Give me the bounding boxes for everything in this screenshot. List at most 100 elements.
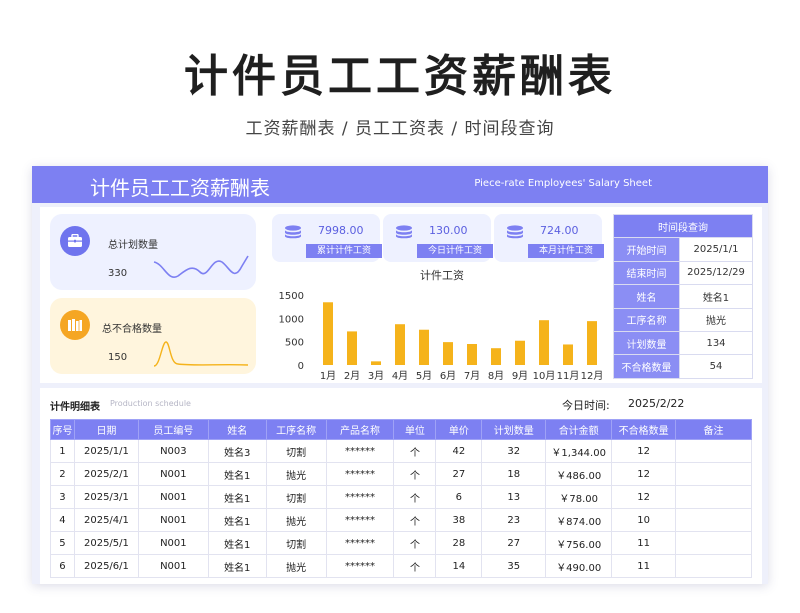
column-header[interactable]: 姓名 — [207, 419, 267, 440]
column-header[interactable]: 员工编号 — [137, 419, 209, 440]
table-cell[interactable]: 38 — [435, 508, 483, 532]
table-cell[interactable]: 个 — [393, 554, 437, 578]
table-cell[interactable]: 14 — [435, 554, 483, 578]
table-cell[interactable]: 切割 — [265, 485, 327, 509]
table-cell[interactable]: ****** — [325, 462, 395, 486]
table-row[interactable]: 1 2025/1/1 N003 姓名3 切割 ****** 个 42 32 ￥1,344.00 12 — [50, 439, 752, 463]
column-header[interactable]: 产品名称 — [325, 419, 395, 440]
chart-bar[interactable] — [419, 329, 429, 365]
column-header[interactable]: 日期 — [73, 419, 139, 440]
chart-bar[interactable] — [347, 331, 357, 365]
table-cell[interactable]: N001 — [137, 485, 209, 509]
chart-bar[interactable] — [539, 320, 549, 365]
table-cell[interactable]: 抛光 — [265, 508, 327, 532]
table-cell[interactable]: 2025/6/1 — [73, 554, 139, 578]
table-cell[interactable]: 2025/5/1 — [73, 531, 139, 555]
table-cell[interactable]: N003 — [137, 439, 209, 463]
table-row[interactable]: 5 2025/5/1 N001 姓名1 切割 ****** 个 28 27 ￥756.00 11 — [50, 531, 752, 555]
table-cell[interactable]: ****** — [325, 439, 395, 463]
table-cell[interactable]: N001 — [137, 508, 209, 532]
table-cell[interactable]: 18 — [481, 462, 547, 486]
table-cell[interactable]: 28 — [435, 531, 483, 555]
table-cell[interactable]: 6 — [50, 554, 75, 578]
table-cell[interactable]: 5 — [50, 531, 75, 555]
query-process[interactable]: 抛光 — [679, 307, 753, 332]
table-cell[interactable]: 2025/4/1 — [73, 508, 139, 532]
column-header[interactable]: 不合格数量 — [611, 419, 677, 440]
table-cell[interactable]: 23 — [481, 508, 547, 532]
table-cell[interactable]: 12 — [611, 485, 677, 509]
table-cell[interactable]: 6 — [435, 485, 483, 509]
table-cell[interactable]: 27 — [435, 462, 483, 486]
chart-bar[interactable] — [515, 340, 525, 365]
table-cell[interactable]: 2025/2/1 — [73, 462, 139, 486]
table-cell[interactable]: ****** — [325, 508, 395, 532]
query-name[interactable]: 姓名1 — [679, 284, 753, 309]
chart-bar[interactable] — [563, 344, 573, 365]
table-cell[interactable]: 1 — [50, 439, 75, 463]
column-header[interactable]: 合计金额 — [545, 419, 613, 440]
table-cell[interactable]: 42 — [435, 439, 483, 463]
table-cell[interactable]: N001 — [137, 554, 209, 578]
table-cell[interactable]: 个 — [393, 439, 437, 463]
table-cell[interactable]: ￥756.00 — [545, 531, 613, 555]
table-cell[interactable]: 姓名3 — [207, 439, 267, 463]
chart-bar[interactable] — [371, 361, 381, 365]
table-cell[interactable]: 个 — [393, 485, 437, 509]
table-cell[interactable] — [675, 554, 752, 578]
table-cell[interactable] — [675, 439, 752, 463]
table-row[interactable]: 4 2025/4/1 N001 姓名1 抛光 ****** 个 38 23 ￥874.00 10 — [50, 508, 752, 532]
table-cell[interactable] — [675, 485, 752, 509]
table-cell[interactable]: 2025/1/1 — [73, 439, 139, 463]
table-cell[interactable]: 32 — [481, 439, 547, 463]
table-cell[interactable]: 11 — [611, 554, 677, 578]
table-row[interactable]: 6 2025/6/1 N001 姓名1 抛光 ****** 个 14 35 ￥490.00 11 — [50, 554, 752, 578]
table-cell[interactable] — [675, 531, 752, 555]
chart-bar[interactable] — [395, 324, 405, 365]
table-cell[interactable]: 35 — [481, 554, 547, 578]
table-cell[interactable]: 姓名1 — [207, 508, 267, 532]
table-cell[interactable] — [675, 462, 752, 486]
table-cell[interactable]: 12 — [611, 462, 677, 486]
table-cell[interactable]: 10 — [611, 508, 677, 532]
table-cell[interactable]: ￥78.00 — [545, 485, 613, 509]
table-cell[interactable]: 2 — [50, 462, 75, 486]
table-cell[interactable] — [675, 508, 752, 532]
chart-bar[interactable] — [467, 344, 477, 365]
table-row[interactable]: 2 2025/2/1 N001 姓名1 抛光 ****** 个 27 18 ￥486.00 12 — [50, 462, 752, 486]
table-cell[interactable]: 切割 — [265, 439, 327, 463]
query-end-date[interactable]: 2025/12/29 — [679, 260, 753, 286]
table-cell[interactable]: 4 — [50, 508, 75, 532]
table-cell[interactable]: 12 — [611, 439, 677, 463]
table-cell[interactable]: ****** — [325, 485, 395, 509]
table-cell[interactable]: 抛光 — [265, 554, 327, 578]
table-cell[interactable]: 27 — [481, 531, 547, 555]
table-cell[interactable]: 13 — [481, 485, 547, 509]
column-header[interactable]: 序号 — [50, 419, 75, 440]
table-cell[interactable]: 个 — [393, 462, 437, 486]
table-cell[interactable]: 2025/3/1 — [73, 485, 139, 509]
table-cell[interactable]: N001 — [137, 531, 209, 555]
query-start-date[interactable]: 2025/1/1 — [679, 237, 753, 262]
chart-bar[interactable] — [443, 342, 453, 365]
table-cell[interactable]: ****** — [325, 554, 395, 578]
table-cell[interactable]: 个 — [393, 531, 437, 555]
table-cell[interactable]: ￥490.00 — [545, 554, 613, 578]
table-cell[interactable]: 11 — [611, 531, 677, 555]
table-cell[interactable]: ￥486.00 — [545, 462, 613, 486]
column-header[interactable]: 单位 — [393, 419, 437, 440]
table-cell[interactable]: 姓名1 — [207, 462, 267, 486]
table-cell[interactable]: 姓名1 — [207, 554, 267, 578]
column-header[interactable]: 计划数量 — [481, 419, 547, 440]
column-header[interactable]: 工序名称 — [265, 419, 327, 440]
table-cell[interactable]: 切割 — [265, 531, 327, 555]
table-cell[interactable]: 姓名1 — [207, 531, 267, 555]
chart-bar[interactable] — [587, 321, 597, 365]
table-cell[interactable]: ****** — [325, 531, 395, 555]
table-row[interactable]: 3 2025/3/1 N001 姓名1 切割 ****** 个 6 13 ￥78.00 12 — [50, 485, 752, 509]
table-cell[interactable]: ￥1,344.00 — [545, 439, 613, 463]
table-cell[interactable]: 姓名1 — [207, 485, 267, 509]
column-header[interactable]: 单价 — [435, 419, 483, 440]
table-cell[interactable]: 个 — [393, 508, 437, 532]
table-cell[interactable]: 3 — [50, 485, 75, 509]
